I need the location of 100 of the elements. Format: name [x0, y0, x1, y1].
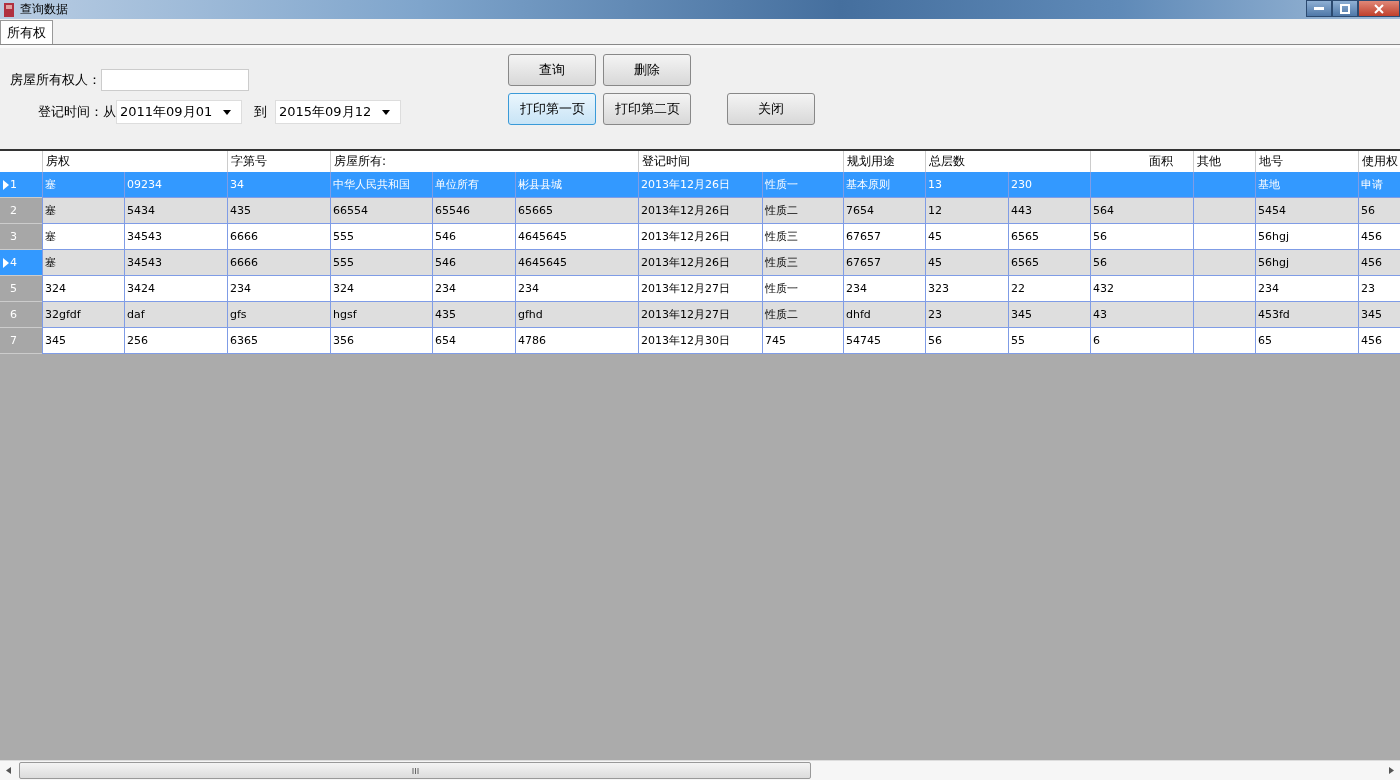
table-cell: 性质三 — [765, 255, 798, 270]
table-cell: 56 — [1361, 204, 1375, 217]
table-cell: 56 — [1093, 256, 1107, 269]
table-cell: 56hgj — [1258, 256, 1289, 269]
table-cell: 09234 — [127, 178, 162, 191]
maximize-button[interactable] — [1332, 0, 1358, 17]
column-header[interactable]: 总层数 — [929, 154, 965, 168]
date-label: 登记时间：从 — [38, 103, 116, 121]
table-cell: 43 — [1093, 308, 1107, 321]
current-row-icon — [3, 258, 9, 268]
table-cell: gfhd — [518, 308, 543, 321]
table-cell: 435 — [435, 308, 456, 321]
table-row[interactable]: 2 塞 5434 435 66554 65546 65665 2013年12月26日 性质二 7654 12 443 564 5454 56 — [0, 198, 1400, 224]
table-cell: 6565 — [1011, 230, 1039, 243]
minimize-button[interactable] — [1306, 0, 1332, 17]
column-header[interactable]: 其他 — [1197, 154, 1221, 168]
table-cell: daf — [127, 308, 145, 321]
table-cell: 45 — [928, 256, 942, 269]
table-cell: 塞 — [45, 177, 56, 192]
table-cell: 654 — [435, 334, 456, 347]
table-cell: 66554 — [333, 204, 368, 217]
table-row[interactable]: 3 塞 34543 6666 555 546 4645645 2013年12月26日 性质三 67657 45 6565 56 56hgj 456 — [0, 224, 1400, 250]
table-cell: 456 — [1361, 256, 1382, 269]
window-title: 查询数据 — [20, 1, 68, 18]
table-cell: 234 — [518, 282, 539, 295]
table-cell: hgsf — [333, 308, 357, 321]
table-row[interactable]: 7 345 256 6365 356 654 4786 2013年12月30日 745 54745 56 55 6 65 456 — [0, 328, 1400, 354]
table-cell: 23 — [928, 308, 942, 321]
from-date-picker[interactable]: 2011年09月01 — [116, 100, 242, 124]
table-cell: 2013年12月26日 — [641, 255, 730, 270]
tab[interactable]: 所有权 — [0, 20, 53, 44]
table-cell: 4786 — [518, 334, 546, 347]
table-cell: 塞 — [45, 203, 56, 218]
table-cell: 单位所有 — [435, 177, 479, 192]
table-row[interactable]: 4 塞 34543 6666 555 546 4645645 2013年12月26日 性质三 67657 45 6565 56 56hgj 456 — [0, 250, 1400, 276]
table-cell: 6666 — [230, 230, 258, 243]
table-cell: 356 — [333, 334, 354, 347]
table-cell: 324 — [45, 282, 66, 295]
table-cell: 2013年12月26日 — [641, 177, 730, 192]
table-cell: 234 — [435, 282, 456, 295]
horizontal-scrollbar[interactable] — [0, 760, 1400, 780]
table-cell: 435 — [230, 204, 251, 217]
current-row-icon — [3, 180, 9, 190]
table-cell: 345 — [1361, 308, 1382, 321]
action-button[interactable]: 打印第一页 — [508, 93, 596, 125]
scroll-right-icon — [1389, 767, 1394, 774]
table-cell: 塞 — [45, 255, 56, 270]
table-cell: 546 — [435, 230, 456, 243]
owner-input[interactable] — [101, 69, 249, 91]
owner-label: 房屋所有权人： — [10, 71, 101, 89]
table-cell: 56hgj — [1258, 230, 1289, 243]
table-cell: 56 — [1093, 230, 1107, 243]
table-cell: 5454 — [1258, 204, 1286, 217]
table-cell: 34543 — [127, 256, 162, 269]
table-cell: 13 — [928, 178, 942, 191]
column-header[interactable]: 地号 — [1259, 154, 1283, 168]
table-cell: 23 — [1361, 282, 1375, 295]
column-header[interactable]: 房屋所有: — [334, 154, 387, 168]
close-icon — [1374, 3, 1384, 14]
table-cell: 65 — [1258, 334, 1272, 347]
table-cell: 67657 — [846, 230, 881, 243]
action-button[interactable]: 查询 — [508, 54, 596, 86]
column-header[interactable]: 面积 — [1149, 154, 1173, 168]
column-header[interactable]: 房权 — [46, 154, 70, 168]
table-row[interactable]: 6 32gfdf daf gfs hgsf 435 gfhd 2013年12月27日 性质二 dhfd 23 345 43 453fd 345 — [0, 302, 1400, 328]
table-cell: 2013年12月26日 — [641, 203, 730, 218]
table-cell: 6666 — [230, 256, 258, 269]
table-cell: 性质三 — [765, 229, 798, 244]
column-header[interactable]: 登记时间 — [642, 154, 690, 168]
table-cell: 4645645 — [518, 256, 567, 269]
table-cell: 5434 — [127, 204, 155, 217]
table-cell: 4645645 — [518, 230, 567, 243]
close-button[interactable] — [1358, 0, 1400, 17]
table-row[interactable]: 5 324 3424 234 324 234 234 2013年12月27日 性质一 234 323 22 432 234 23 — [0, 276, 1400, 302]
scrollbar-thumb[interactable] — [19, 762, 811, 779]
table-cell: 3424 — [127, 282, 155, 295]
table-cell: 555 — [333, 230, 354, 243]
to-date-picker[interactable]: 2015年09月12 — [275, 100, 401, 124]
column-header[interactable]: 规划用途 — [847, 154, 895, 168]
table-cell: 432 — [1093, 282, 1114, 295]
table-cell: 塞 — [45, 229, 56, 244]
table-cell: 2013年12月27日 — [641, 281, 730, 296]
table-cell: 555 — [333, 256, 354, 269]
column-header[interactable]: 字第号 — [231, 154, 267, 168]
table-cell: 345 — [1011, 308, 1032, 321]
table-cell: 6565 — [1011, 256, 1039, 269]
action-button[interactable]: 关闭 — [727, 93, 815, 125]
action-button[interactable]: 打印第二页 — [603, 93, 691, 125]
table-cell: 基地 — [1258, 177, 1280, 192]
table-cell: 性质一 — [765, 281, 798, 296]
column-header[interactable]: 使用权 — [1362, 154, 1398, 168]
action-button[interactable]: 删除 — [603, 54, 691, 86]
app-icon — [4, 2, 14, 17]
table-cell: 256 — [127, 334, 148, 347]
table-cell: 2013年12月30日 — [641, 333, 730, 348]
table-cell: 性质二 — [765, 307, 798, 322]
table-cell: 性质二 — [765, 203, 798, 218]
to-label: 到 — [254, 103, 267, 121]
table-cell: gfs — [230, 308, 247, 321]
table-cell: 2013年12月26日 — [641, 229, 730, 244]
